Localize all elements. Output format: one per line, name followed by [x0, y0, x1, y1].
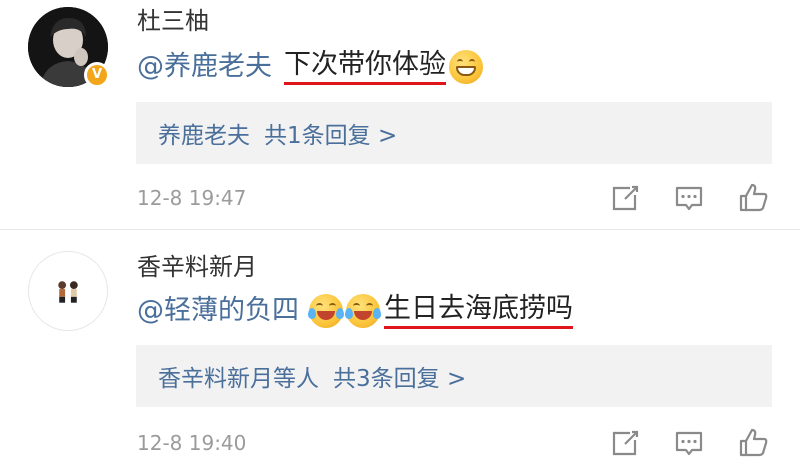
comment-icon[interactable] — [672, 426, 706, 460]
reply-names[interactable]: 养鹿老夫 — [158, 116, 250, 150]
tears-of-joy-emoji-icon — [345, 294, 381, 328]
comment-icon[interactable] — [672, 181, 706, 215]
avatar-photo — [29, 252, 107, 330]
comment-username[interactable]: 杜三柚 — [137, 6, 209, 36]
thumbs-up-icon[interactable] — [736, 426, 770, 460]
comment-username[interactable]: 香辛料新月 — [137, 252, 257, 282]
comment-actions — [606, 181, 776, 215]
reply-summary[interactable]: 香辛料新月等人 共3条回复 > — [136, 345, 772, 407]
comment-text: @养鹿老夫 下次带你体验 — [137, 49, 483, 85]
share-icon[interactable] — [608, 426, 642, 460]
comment-body: 下次带你体验 — [284, 49, 446, 85]
share-icon[interactable] — [608, 181, 642, 215]
mention-link[interactable]: @养鹿老夫 — [137, 49, 272, 85]
comment-body: 生日去海底捞吗 — [384, 293, 573, 329]
tears-of-joy-emoji-icon — [308, 294, 344, 328]
reply-count-link[interactable]: 共3条回复 > — [333, 359, 466, 393]
avatar[interactable] — [28, 251, 108, 331]
comment-text: @轻薄的负四 生日去海底捞吗 — [137, 293, 573, 329]
reply-names[interactable]: 香辛料新月等人 — [158, 359, 319, 393]
comment-timestamp: 12-8 19:40 — [137, 431, 247, 455]
thumbs-up-icon[interactable] — [736, 181, 770, 215]
comment-item: 香辛料新月 @轻薄的负四 生日去海底捞吗 香辛料新月等人 共3条回复 > 12-… — [0, 230, 800, 460]
reply-count-link[interactable]: 共1条回复 > — [264, 116, 397, 150]
reply-summary[interactable]: 养鹿老夫 共1条回复 > — [136, 102, 772, 164]
comment-timestamp: 12-8 19:47 — [137, 186, 247, 210]
comment-item: V 杜三柚 @养鹿老夫 下次带你体验 养鹿老夫 共1条回复 > 12-8 19:… — [0, 0, 800, 230]
grinning-face-emoji-icon — [449, 50, 483, 84]
comment-actions — [606, 426, 776, 460]
mention-link[interactable]: @轻薄的负四 — [137, 293, 299, 329]
verified-badge-icon: V — [84, 62, 110, 88]
